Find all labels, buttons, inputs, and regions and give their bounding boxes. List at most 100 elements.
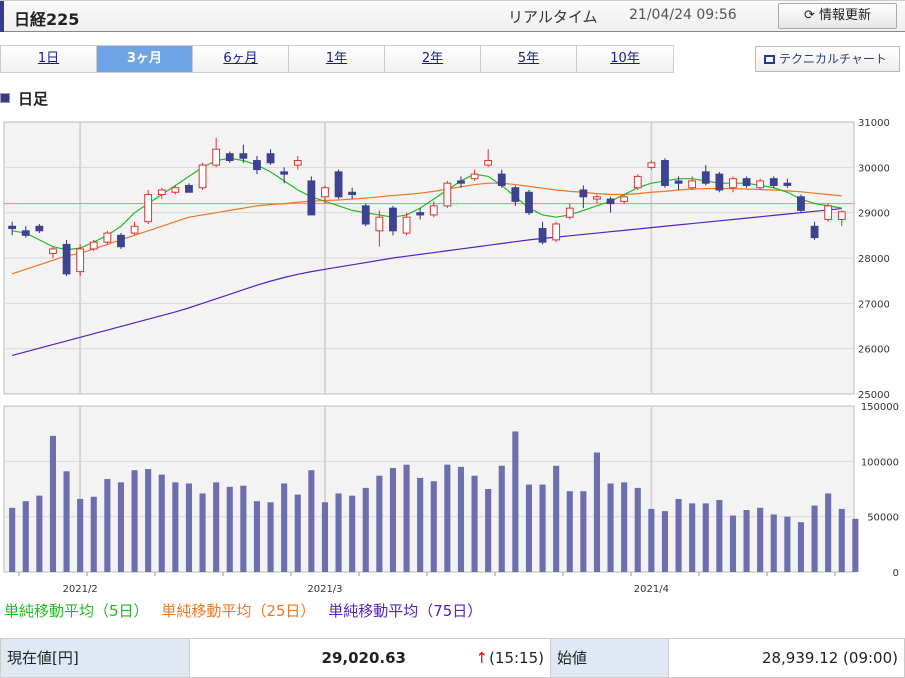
candle-body xyxy=(307,180,316,216)
candle-body xyxy=(742,178,751,186)
volume-bar xyxy=(172,482,179,572)
candle-body xyxy=(729,178,737,189)
volume-bar xyxy=(349,495,356,572)
volume-bar xyxy=(253,501,261,572)
price-tick-label: 26000 xyxy=(858,345,890,356)
price-tick-label: 28000 xyxy=(858,254,890,265)
volume-bar xyxy=(294,494,301,572)
candle-body xyxy=(89,241,98,250)
volume-bar xyxy=(199,493,206,572)
volume-bar xyxy=(648,508,655,572)
x-tick-label: 2021/4 xyxy=(634,584,669,595)
volume-bar xyxy=(335,493,342,572)
current-price-value: 29,020.63 xyxy=(321,649,406,667)
candle-body xyxy=(212,148,221,166)
open-price-label: 始値 xyxy=(550,638,669,678)
candle-body xyxy=(157,189,166,196)
candle-body xyxy=(375,216,384,232)
volume-bar xyxy=(131,470,138,572)
candle-body xyxy=(103,232,112,243)
candle-body xyxy=(225,153,234,162)
volume-bar xyxy=(9,507,16,572)
volume-bar xyxy=(321,502,329,572)
candle-body xyxy=(810,225,819,239)
volume-bar xyxy=(661,511,669,572)
volume-bar xyxy=(158,474,165,572)
price-tick-label: 29000 xyxy=(858,209,890,220)
candle-body xyxy=(239,153,248,159)
volume-bar xyxy=(498,465,505,572)
candle-body xyxy=(144,194,153,223)
candle-body xyxy=(538,228,547,243)
candle-body xyxy=(21,230,30,236)
candle-body xyxy=(484,160,493,166)
candle-body xyxy=(647,162,656,168)
candle-body xyxy=(497,173,506,186)
volume-bar xyxy=(63,471,70,572)
volume-bar xyxy=(485,489,492,572)
volume-bar xyxy=(580,491,587,572)
candle-body xyxy=(443,182,452,207)
candle-body xyxy=(8,225,17,230)
volume-bar xyxy=(90,496,97,572)
volume-bar xyxy=(281,483,288,572)
up-arrow-icon: ↑ xyxy=(475,649,488,667)
volume-tick-label: 100000 xyxy=(861,457,899,468)
volume-tick-label: 0 xyxy=(893,568,899,579)
stock-chart: 25000 26000 27000 28000 29000 30000 31000 0 5000… xyxy=(3,118,899,595)
candle-body xyxy=(198,164,207,189)
volume-bar xyxy=(716,500,723,572)
candle-body xyxy=(416,212,425,216)
volume-bar xyxy=(770,514,777,572)
volume-bar xyxy=(376,475,383,572)
volume-bar xyxy=(444,464,451,572)
candle-body xyxy=(280,171,289,175)
current-price-cell: 29,020.63 ↑ (15:15) xyxy=(189,638,551,678)
candle-body xyxy=(334,171,343,198)
volume-bar xyxy=(362,487,369,572)
candle-body xyxy=(756,180,765,189)
volume-bar xyxy=(702,503,709,572)
volume-tick-label: 50000 xyxy=(867,513,899,524)
legend-ma5: 単純移動平均（5日） xyxy=(4,602,149,620)
volume-bar xyxy=(308,470,315,572)
candle-body xyxy=(117,234,125,248)
current-price-label: 現在値[円] xyxy=(0,638,190,678)
candle-body xyxy=(130,225,139,234)
candle-body xyxy=(837,211,846,220)
candle-body xyxy=(266,153,275,164)
candle-body xyxy=(688,180,697,189)
volume-bar xyxy=(512,431,519,572)
candle-body xyxy=(35,225,44,232)
candle-body xyxy=(715,173,724,191)
candle-body xyxy=(185,184,193,193)
volume-bar xyxy=(389,467,397,572)
candle-body xyxy=(797,196,805,211)
volume-bar xyxy=(417,477,424,572)
volume-bar xyxy=(457,466,465,572)
candle-body xyxy=(661,160,669,186)
volume-bar xyxy=(77,498,84,572)
candle-body xyxy=(389,207,397,232)
volume-bar xyxy=(566,491,573,572)
volume-bar xyxy=(825,493,832,572)
candle-body xyxy=(552,223,561,241)
volume-bar xyxy=(430,481,437,572)
volume-bar xyxy=(403,464,410,572)
legend-ma25: 単純移動平均（25日） xyxy=(161,602,316,620)
candle-body xyxy=(565,207,574,218)
volume-bar xyxy=(36,495,43,572)
open-price-value: 28,939.12 (09:00) xyxy=(668,638,905,678)
x-tick-label: 2021/2 xyxy=(63,584,98,595)
volume-bar xyxy=(49,435,57,572)
legend-ma75: 単純移動平均（75日） xyxy=(328,602,483,620)
volume-bar xyxy=(797,522,805,572)
volume-bar xyxy=(117,482,125,572)
candle-body xyxy=(62,243,71,275)
candle-body xyxy=(76,248,85,273)
x-tick-label: 2021/3 xyxy=(307,584,342,595)
candle-body xyxy=(824,205,833,220)
candle-body xyxy=(361,205,370,225)
candle-body xyxy=(49,248,57,254)
volume-bar xyxy=(145,469,152,572)
